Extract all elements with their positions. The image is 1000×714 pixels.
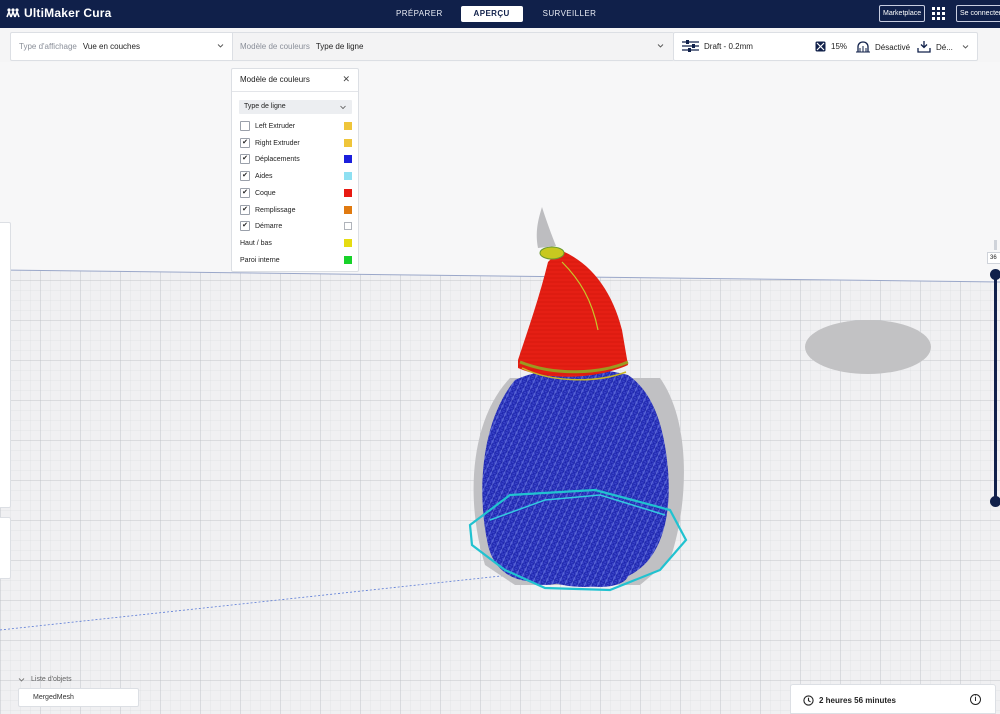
checkbox-icon[interactable] [240,121,250,131]
line-type-select[interactable]: Type de ligne [239,100,352,114]
clock-icon [803,695,814,706]
line-type-row[interactable]: ✔ Déplacements [240,154,352,166]
chevron-down-icon[interactable] [217,42,224,49]
tab-monitor[interactable]: SURVEILLER [529,6,611,22]
line-type-row: Haut / bas [240,238,352,250]
print-info-panel: 2 heures 56 minutes i [790,684,996,714]
color-swatch [344,205,352,214]
color-swatch [344,255,352,264]
support-icon [856,41,870,53]
view-type-dropdown[interactable]: Type d'affichage Vue en couches [19,33,140,60]
infill-value: 15% [831,42,848,51]
top-bar: UltiMaker Cura PRÉPARER APERÇU SURVEILLE… [0,0,1000,28]
chevron-down-icon [340,105,346,110]
line-type-row[interactable]: Left Extruder [240,121,352,133]
color-swatch [344,222,352,231]
color-swatch [344,188,352,197]
line-type-row[interactable]: ✔ Aides [240,171,352,183]
color-swatch [344,238,352,247]
close-icon[interactable]: ✕ [342,74,350,85]
color-model-panel: Modèle de couleurs ✕ Type de ligne Left … [231,68,359,272]
layer-slider-bottom-handle[interactable] [990,496,1000,507]
infill-icon [815,41,826,52]
infill-setting[interactable]: 15% [815,41,847,52]
line-type-label: Déplacements [255,156,300,164]
app-logo: UltiMaker Cura [6,6,112,20]
layer-number-field[interactable]: 36 [987,252,1000,264]
3d-viewport[interactable] [0,62,1000,714]
info-icon[interactable]: i [970,694,981,705]
line-type-label: Aides [255,173,273,181]
app-name: UltiMaker Cura [24,6,112,20]
marketplace-button[interactable]: Marketplace [879,5,926,22]
line-type-row: Paroi interne [240,255,352,267]
sign-in-button[interactable]: Se connecter [956,5,1000,22]
print-time: 2 heures 56 minutes [803,695,896,706]
apps-grid-icon[interactable] [932,7,945,20]
print-settings-bar[interactable]: Draft - 0.2mm 15% Désactivé Dé... [673,32,978,61]
adhesion-icon [917,41,931,53]
line-type-label: Coque [255,189,276,197]
object-list-header[interactable]: Liste d'objets [18,676,72,683]
color-swatch [344,155,352,164]
line-type-label: Haut / bas [240,239,272,247]
line-type-label: Left Extruder [255,123,296,130]
line-type-row[interactable]: ✔ Démarre [240,221,352,233]
toolbar-divider [232,33,233,60]
layer-slider-track[interactable] [994,275,997,501]
print-time-value: 2 heures 56 minutes [819,696,896,705]
support-value: Désactivé [875,42,911,52]
line-type-label: Paroi interne [240,256,280,264]
line-type-label: Démarre [255,223,283,231]
left-view-panel[interactable] [0,517,11,579]
tab-prepare[interactable]: PRÉPARER [382,6,457,22]
panel-title: Modèle de couleurs [240,75,310,84]
logo-icon [6,8,20,18]
line-type-row[interactable]: ✔ Remplissage [240,204,352,217]
left-tool-panel[interactable] [0,222,11,508]
checkbox-icon[interactable]: ✔ [240,171,250,182]
line-type-row[interactable]: ✔ Coque [240,187,352,200]
slider-track-top [994,240,997,250]
line-type-label: Right Extruder [255,139,300,147]
checkbox-icon[interactable]: ✔ [240,204,250,215]
color-model-label: Modèle de couleurs [240,42,310,51]
color-swatch [344,138,352,147]
checkbox-icon[interactable]: ✔ [240,137,250,148]
color-swatch [344,172,352,181]
color-model-value: Type de ligne [315,42,364,51]
tab-preview[interactable]: APERÇU [460,6,523,22]
checkbox-icon[interactable]: ✔ [240,154,250,165]
chevron-down-icon [18,678,25,682]
checkbox-icon[interactable]: ✔ [240,221,250,232]
adhesion-value: Dé... [936,42,953,52]
line-type-row[interactable]: ✔ Right Extruder [240,137,352,150]
view-type-value: Vue en couches [82,42,140,51]
profile-label: Draft - 0.2mm [704,41,753,51]
profile-selector[interactable]: Draft - 0.2mm [682,39,753,53]
line-type-label: Remplissage [255,206,296,214]
stage-tabs: PRÉPARER APERÇU SURVEILLER [382,6,610,22]
chevron-down-icon[interactable] [657,42,664,49]
adhesion-setting[interactable]: Dé... [917,41,953,53]
object-list-item[interactable]: MergedMesh [18,688,139,707]
layer-slider-top-handle[interactable] [990,269,1000,280]
settings-sliders-icon [682,40,699,52]
panel-divider [232,91,358,92]
color-model-dropdown[interactable]: Modèle de couleurs Type de ligne [240,33,363,60]
line-type-select-value: Type de ligne [244,103,286,110]
color-swatch [344,122,352,130]
object-list-label: Liste d'objets [31,676,72,683]
checkbox-icon[interactable]: ✔ [240,187,250,198]
view-type-label: Type d'affichage [19,42,77,51]
support-setting[interactable]: Désactivé [856,41,910,53]
chevron-down-icon[interactable] [962,43,969,50]
view-toolbar: Type d'affichage Vue en couches Modèle d… [10,32,674,61]
